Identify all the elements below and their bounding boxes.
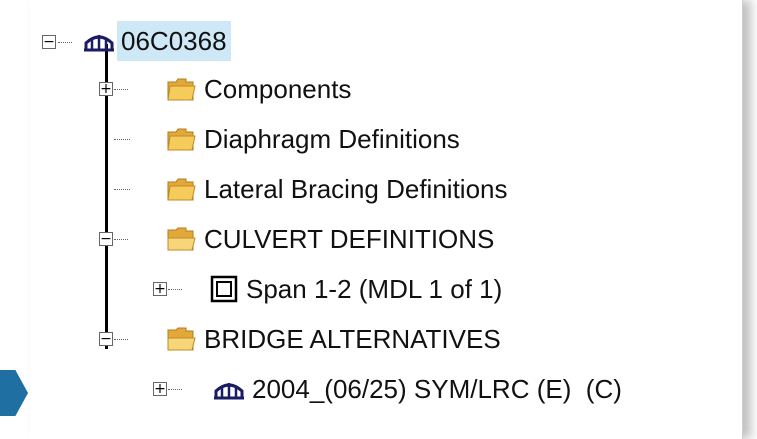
- folder-open-icon: [167, 227, 196, 251]
- expand-button-span[interactable]: +: [153, 282, 167, 296]
- bridge-icon: [84, 35, 114, 52]
- tree-node-label: 06C0368: [117, 21, 231, 61]
- tree-connector: [114, 189, 130, 190]
- tree-connector: [114, 339, 128, 340]
- tree-connector: [114, 239, 128, 240]
- tree-panel: − 06C0368 + Components Diaphragm Definit…: [30, 0, 743, 439]
- collapse-button-bridge-alternatives[interactable]: −: [99, 332, 113, 346]
- tree-node-label: Components: [204, 74, 352, 104]
- tree-node-diaphragm-definitions[interactable]: Diaphragm Definitions: [166, 119, 460, 159]
- tree-connector: [58, 42, 72, 43]
- tree-node-lateral-bracing-definitions[interactable]: Lateral Bracing Definitions: [166, 169, 508, 209]
- tree-node-bridge-alternatives[interactable]: BRIDGE ALTERNATIVES: [166, 319, 501, 359]
- expand-button-bridge-alternative[interactable]: +: [153, 382, 167, 396]
- tree-connector: [168, 289, 182, 290]
- folder-icon: [167, 178, 196, 201]
- tree-node-culvert-definitions[interactable]: CULVERT DEFINITIONS: [166, 219, 494, 259]
- bridge-icon: [214, 383, 244, 400]
- collapse-button-culvert-definitions[interactable]: −: [99, 232, 113, 246]
- folder-icon: [167, 128, 196, 151]
- tree-node-label: Span 1-2 (MDL 1 of 1): [246, 274, 503, 304]
- tree-node-label: 2004_(06/25) SYM/LRC (E) (C): [252, 374, 622, 404]
- tree-view: − 06C0368 + Components Diaphragm Definit…: [30, 0, 742, 439]
- left-margin: [0, 0, 30, 439]
- tree-connector: [114, 139, 130, 140]
- tree-connector: [114, 89, 128, 90]
- tree-node-label: BRIDGE ALTERNATIVES: [204, 324, 501, 354]
- tree-connector: [168, 389, 182, 390]
- tree-node-components[interactable]: Components: [166, 69, 351, 109]
- tree-node-span-1-2[interactable]: Span 1-2 (MDL 1 of 1): [210, 269, 502, 309]
- folder-icon: [167, 78, 196, 101]
- tree-node-label: CULVERT DEFINITIONS: [204, 224, 495, 254]
- tree-node-root[interactable]: 06C0368: [84, 21, 231, 61]
- tree-node-label: Lateral Bracing Definitions: [204, 174, 508, 204]
- collapse-button-root[interactable]: −: [42, 35, 56, 49]
- navigation-arrow-icon[interactable]: [0, 370, 28, 416]
- folder-open-icon: [167, 327, 196, 351]
- tree-node-bridge-alternative[interactable]: 2004_(06/25) SYM/LRC (E) (C): [214, 369, 622, 409]
- culvert-span-icon: [210, 275, 238, 303]
- tree-node-label: Diaphragm Definitions: [204, 124, 460, 154]
- expand-button-components[interactable]: +: [99, 82, 113, 96]
